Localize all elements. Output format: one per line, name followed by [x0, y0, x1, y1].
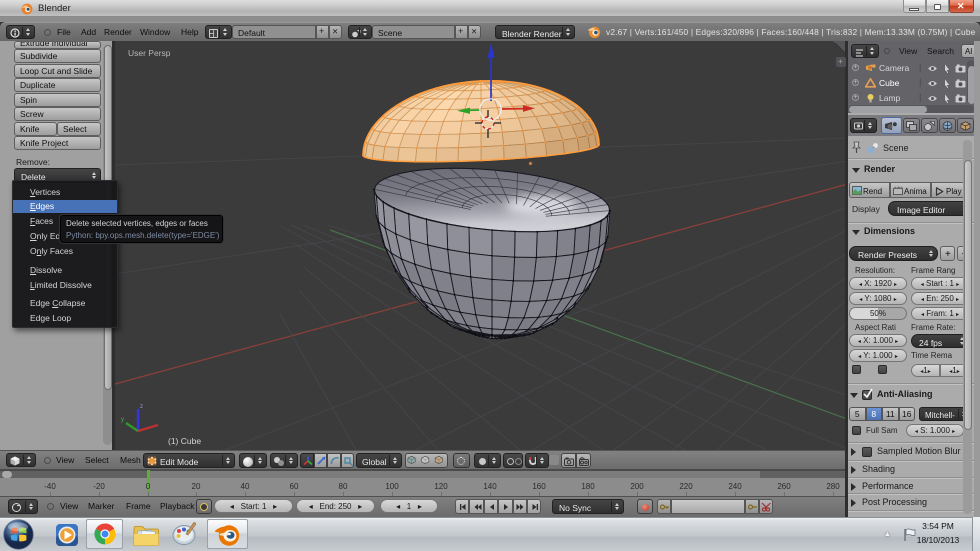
svg-text:z: z [140, 404, 143, 410]
svg-text:y: y [121, 417, 124, 423]
